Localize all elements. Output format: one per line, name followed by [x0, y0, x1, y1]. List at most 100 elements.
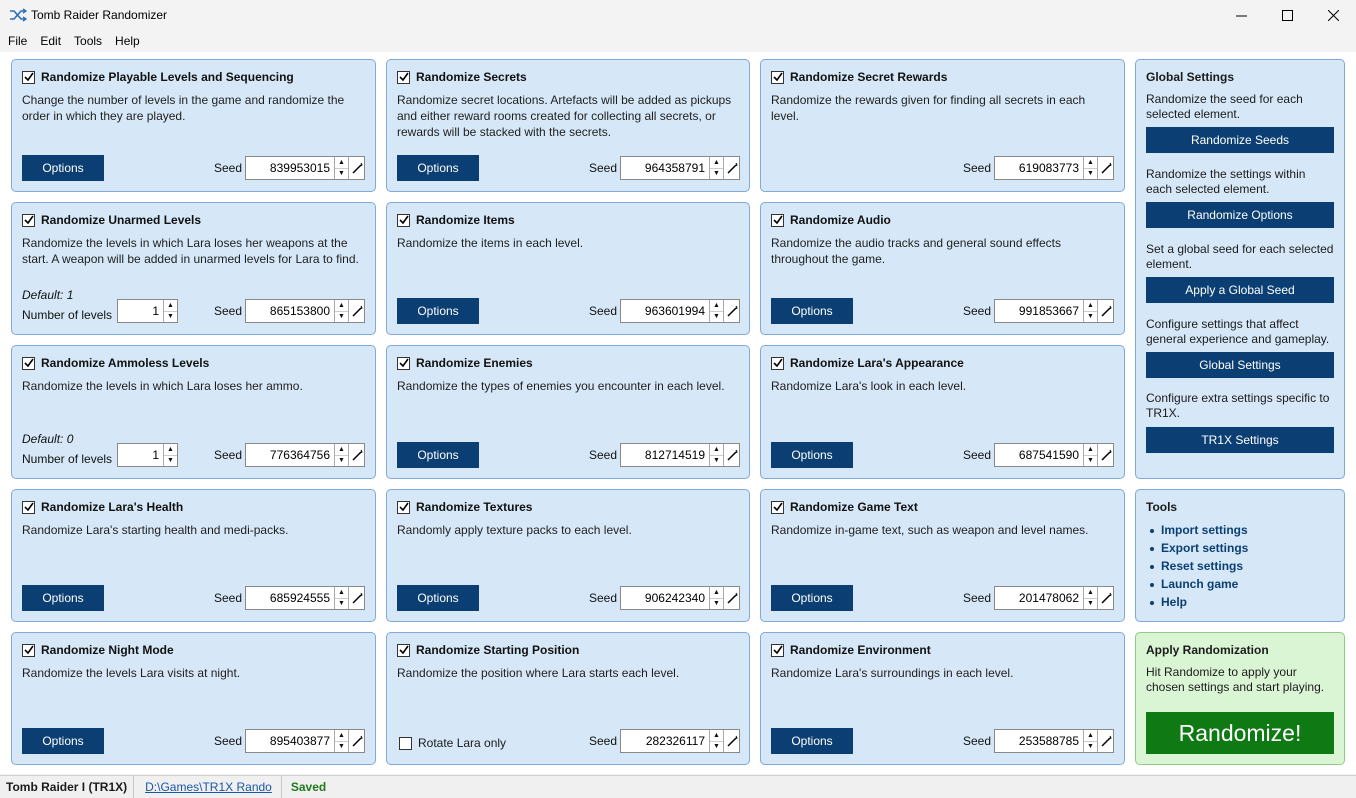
seed-value[interactable]: 963601994: [621, 304, 709, 318]
seed-spinner[interactable]: ▲ ▼: [709, 730, 723, 752]
menu-help[interactable]: Help: [115, 34, 140, 48]
seed-spinner[interactable]: ▲ ▼: [1083, 300, 1097, 322]
global-settings-button[interactable]: Global Settings: [1146, 352, 1334, 378]
secrets-checkbox[interactable]: [397, 70, 410, 84]
spin-up-icon[interactable]: ▲: [1084, 300, 1097, 312]
starting-position-checkbox[interactable]: [397, 643, 410, 657]
items-checkbox[interactable]: [397, 213, 410, 227]
seed-value[interactable]: 687541590: [995, 448, 1083, 462]
seed-spinner[interactable]: ▲ ▼: [1083, 444, 1097, 466]
seed-spinner[interactable]: ▲ ▼: [1083, 587, 1097, 609]
spin-up-icon[interactable]: ▲: [335, 157, 348, 169]
seed-spinner[interactable]: ▲ ▼: [334, 587, 348, 609]
seed-spinner[interactable]: ▲ ▼: [709, 157, 723, 179]
spin-up-icon[interactable]: ▲: [335, 300, 348, 312]
game-text-checkbox[interactable]: [771, 500, 784, 514]
randomize-options-button[interactable]: Randomize Options: [1146, 202, 1334, 228]
spin-up-icon[interactable]: ▲: [164, 444, 177, 456]
seed-field[interactable]: 963601994 ▲ ▼: [620, 299, 740, 323]
spin-down-icon[interactable]: ▼: [710, 456, 723, 467]
seed-value[interactable]: 253588785: [995, 734, 1083, 748]
spin-down-icon[interactable]: ▼: [710, 169, 723, 180]
export-settings-link[interactable]: Export settings: [1161, 541, 1248, 555]
seed-value[interactable]: 906242340: [621, 591, 709, 605]
textures-checkbox[interactable]: [397, 500, 410, 514]
seed-value[interactable]: 685924555: [246, 591, 334, 605]
rotate-lara-option[interactable]: Rotate Lara only: [399, 736, 506, 750]
randomize-seed-button[interactable]: [348, 300, 364, 322]
options-button[interactable]: Options: [22, 728, 104, 754]
spin-down-icon[interactable]: ▼: [335, 456, 348, 467]
options-button[interactable]: Options: [397, 155, 479, 181]
options-button[interactable]: Options: [22, 585, 104, 611]
options-button[interactable]: Options: [397, 298, 479, 324]
seed-spinner[interactable]: ▲ ▼: [709, 444, 723, 466]
spin-up-icon[interactable]: ▲: [710, 157, 723, 169]
spin-down-icon[interactable]: ▼: [710, 599, 723, 610]
seed-spinner[interactable]: ▲ ▼: [1083, 730, 1097, 752]
randomize-seed-button[interactable]: [348, 444, 364, 466]
options-button[interactable]: Options: [771, 585, 853, 611]
levels-value[interactable]: 1: [118, 448, 163, 462]
seed-field[interactable]: 776364756 ▲ ▼: [245, 443, 365, 467]
spin-up-icon[interactable]: ▲: [335, 730, 348, 742]
spin-down-icon[interactable]: ▼: [1084, 599, 1097, 610]
seed-spinner[interactable]: ▲ ▼: [1083, 157, 1097, 179]
spin-down-icon[interactable]: ▼: [1084, 312, 1097, 323]
randomize-seed-button[interactable]: [1097, 444, 1113, 466]
seed-value[interactable]: 895403877: [246, 734, 334, 748]
randomize-seed-button[interactable]: [1097, 730, 1113, 752]
seed-spinner[interactable]: ▲ ▼: [334, 300, 348, 322]
seed-value[interactable]: 839953015: [246, 161, 334, 175]
options-button[interactable]: Options: [22, 155, 104, 181]
spin-up-icon[interactable]: ▲: [1084, 157, 1097, 169]
seed-field[interactable]: 895403877 ▲ ▼: [245, 729, 365, 753]
randomize-seed-button[interactable]: [1097, 587, 1113, 609]
seed-value[interactable]: 991853667: [995, 304, 1083, 318]
seed-spinner[interactable]: ▲ ▼: [334, 730, 348, 752]
spin-up-icon[interactable]: ▲: [1084, 587, 1097, 599]
spin-down-icon[interactable]: ▼: [335, 599, 348, 610]
minimize-button[interactable]: [1218, 0, 1264, 31]
spin-down-icon[interactable]: ▼: [710, 742, 723, 753]
audio-checkbox[interactable]: [771, 213, 784, 227]
spin-up-icon[interactable]: ▲: [1084, 444, 1097, 456]
seed-value[interactable]: 282326117: [621, 734, 709, 748]
randomize-seed-button[interactable]: [1097, 300, 1113, 322]
seed-spinner[interactable]: ▲ ▼: [709, 587, 723, 609]
randomize-seed-button[interactable]: [348, 730, 364, 752]
spin-down-icon[interactable]: ▼: [1084, 456, 1097, 467]
night-mode-checkbox[interactable]: [22, 643, 35, 657]
seed-field[interactable]: 839953015 ▲ ▼: [245, 156, 365, 180]
seed-field[interactable]: 964358791 ▲ ▼: [620, 156, 740, 180]
randomize-seed-button[interactable]: [1097, 157, 1113, 179]
spin-down-icon[interactable]: ▼: [335, 742, 348, 753]
seed-field[interactable]: 685924555 ▲ ▼: [245, 586, 365, 610]
spin-up-icon[interactable]: ▲: [710, 444, 723, 456]
options-button[interactable]: Options: [771, 442, 853, 468]
randomize-seed-button[interactable]: [723, 444, 739, 466]
spin-up-icon[interactable]: ▲: [335, 587, 348, 599]
seed-value[interactable]: 201478062: [995, 591, 1083, 605]
seed-field[interactable]: 282326117 ▲ ▼: [620, 729, 740, 753]
levels-field[interactable]: 1 ▲ ▼: [117, 443, 178, 467]
levels-spinner[interactable]: ▲ ▼: [163, 444, 177, 466]
spin-down-icon[interactable]: ▼: [710, 312, 723, 323]
spin-up-icon[interactable]: ▲: [335, 444, 348, 456]
seed-value[interactable]: 776364756: [246, 448, 334, 462]
randomize-seed-button[interactable]: [723, 587, 739, 609]
levels-spinner[interactable]: ▲ ▼: [163, 300, 177, 322]
seed-spinner[interactable]: ▲ ▼: [334, 157, 348, 179]
seed-value[interactable]: 812714519: [621, 448, 709, 462]
levels-checkbox[interactable]: [22, 70, 35, 84]
spin-down-icon[interactable]: ▼: [164, 312, 177, 323]
spin-down-icon[interactable]: ▼: [1084, 742, 1097, 753]
menu-edit[interactable]: Edit: [40, 34, 61, 48]
apply-global-seed-button[interactable]: Apply a Global Seed: [1146, 277, 1334, 303]
seed-field[interactable]: 812714519 ▲ ▼: [620, 443, 740, 467]
appearance-checkbox[interactable]: [771, 356, 784, 370]
seed-spinner[interactable]: ▲ ▼: [709, 300, 723, 322]
maximize-button[interactable]: [1264, 0, 1310, 31]
spin-down-icon[interactable]: ▼: [164, 456, 177, 467]
menu-file[interactable]: File: [8, 34, 27, 48]
